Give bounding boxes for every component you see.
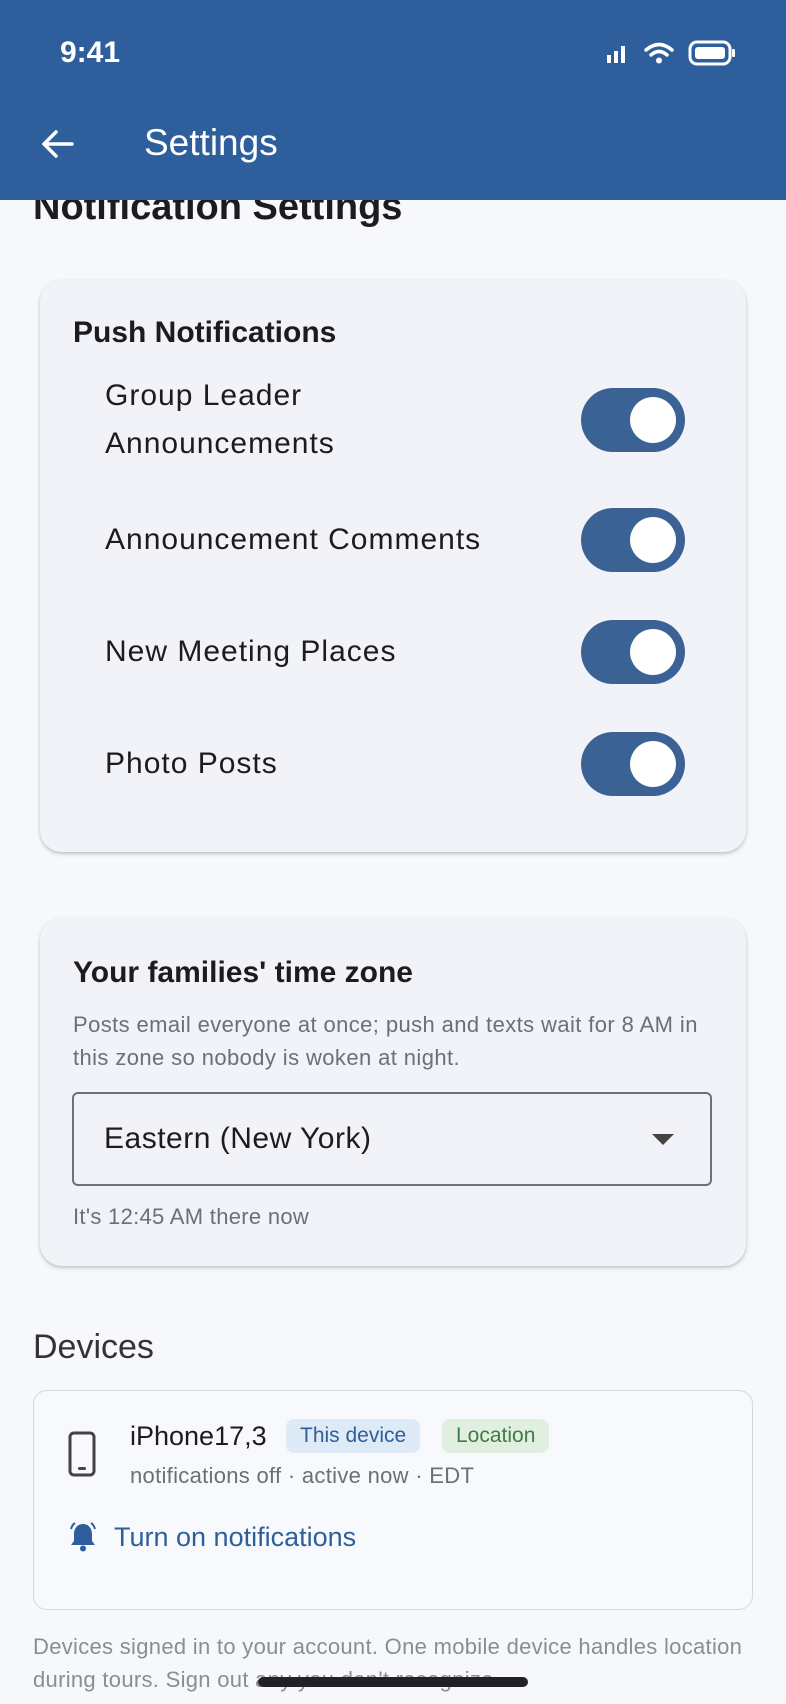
time-zone-select[interactable]: Eastern (New York) [72,1092,712,1186]
new-meeting-places-toggle[interactable] [581,620,685,684]
bell-icon [70,1522,96,1552]
announcement-comments-toggle[interactable] [581,508,685,572]
toggle-knob [630,517,676,563]
device-name: iPhone17,3 [130,1421,267,1451]
toggle-row-new-meeting-places: New Meeting Places [105,620,685,684]
back-arrow-icon[interactable] [36,122,80,166]
status-time: 9:41 [60,36,121,69]
turn-on-notifications-button[interactable]: Turn on notifications [68,1521,356,1553]
app-bar: 9:41 Settings [0,0,786,200]
home-indicator [258,1677,528,1687]
caret-down-icon [652,1134,674,1145]
toggle-knob [630,397,676,443]
devices-title: Devices [33,1328,154,1366]
wifi-icon [644,42,674,64]
time-zone-selected-value: Eastern (New York) [104,1122,372,1155]
time-zone-heading: Your families' time zone [73,956,413,989]
device-card: iPhone17,3 This device Location notifica… [33,1390,753,1610]
toggle-row-group-leader: Group Leader Announcements [105,372,685,468]
turn-on-notifications-label: Turn on notifications [114,1521,357,1552]
time-zone-card: Your families' time zone Posts email eve… [40,918,746,1266]
battery-icon [688,40,735,66]
app-bar-title: Settings [144,122,278,163]
device-meta: notifications off · active now · EDT [130,1463,475,1488]
time-zone-current-time: It's 12:45 AM there now [73,1204,310,1229]
toggle-row-photo-posts: Photo Posts [105,732,685,796]
toggle-knob [630,741,676,787]
time-zone-description: Posts email everyone at once; push and t… [73,1012,698,1070]
push-notifications-heading: Push Notifications [73,316,337,349]
signal-icon [607,46,625,63]
toggle-knob [630,629,676,675]
toggle-row-announcement-comments: Announcement Comments [105,508,685,572]
toggle-label: Photo Posts [105,747,278,780]
phone-icon [68,1431,96,1477]
toggle-label: Group Leader Announcements [105,379,335,460]
group-leader-announcements-toggle[interactable] [581,388,685,452]
status-icons [606,40,738,66]
push-notifications-card: Push Notifications Group Leader Announce… [40,280,746,852]
photo-posts-toggle[interactable] [581,732,685,796]
toggle-label: Announcement Comments [105,523,482,556]
location-badge: Location [442,1419,550,1453]
this-device-badge: This device [286,1419,421,1453]
toggle-label: New Meeting Places [105,635,397,668]
